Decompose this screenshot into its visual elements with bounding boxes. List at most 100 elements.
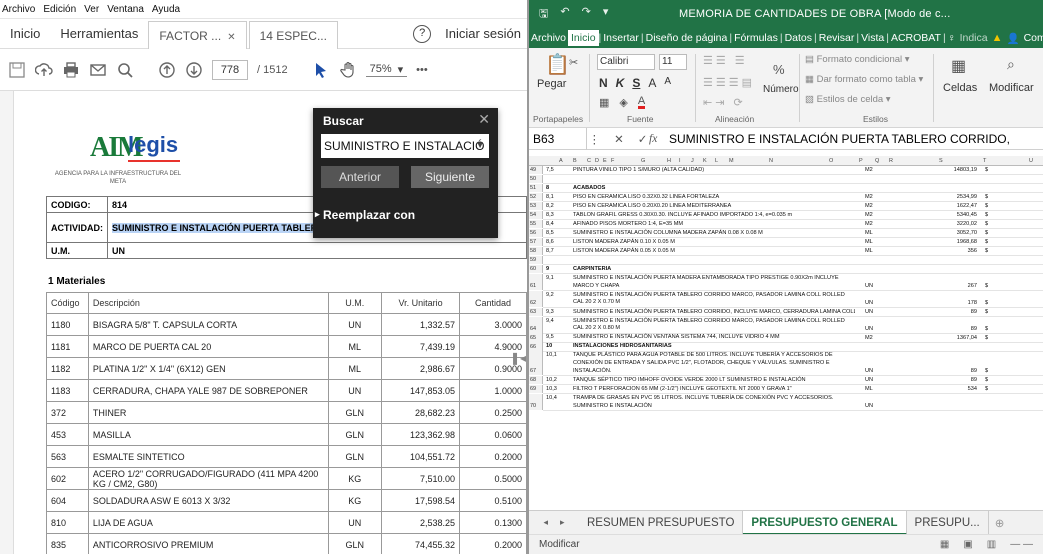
sheet-cell[interactable] xyxy=(929,342,977,350)
sheet-tab-resumen[interactable]: RESUMEN PRESUPUESTO xyxy=(579,510,744,535)
menu-edicion[interactable]: Edición xyxy=(43,4,76,15)
cell-styles-button[interactable]: ▧ Estilos de celda ▾ xyxy=(805,94,891,105)
split-handle-icon[interactable]: ❚◂ xyxy=(510,348,526,368)
sheet-cell[interactable]: TRAMPA DE GRASAS EN PVC 95 LITROS. INCLU… xyxy=(573,394,855,410)
tab-formulas[interactable]: Fórmulas xyxy=(732,32,780,44)
sheet-cell[interactable]: SUMINISTRO E INSTALACIÓN PUERTA TABLERO … xyxy=(573,291,855,307)
sheet-cell[interactable]: 89 xyxy=(929,351,977,375)
sheet-cell[interactable]: 10 xyxy=(546,342,570,350)
customize-icon[interactable]: ▾ xyxy=(603,5,609,24)
column-header[interactable]: I xyxy=(679,158,681,164)
row-header[interactable]: 51 xyxy=(529,184,543,193)
row-header[interactable]: 64 xyxy=(529,316,543,333)
tab-document-factor[interactable]: FACTOR ... ✕ xyxy=(148,20,247,49)
sheet-cell[interactable]: SUMINISTRO E INSTALACIÓN VENTANA SISTEMA… xyxy=(573,333,855,341)
row-header[interactable]: 62 xyxy=(529,290,543,307)
sheet-cell[interactable]: 7,5 xyxy=(546,166,570,174)
sheet-cell[interactable]: 14803,19 xyxy=(929,166,977,174)
row-header[interactable]: 59 xyxy=(529,256,543,265)
sheet-cell[interactable]: 1622,47 xyxy=(929,202,977,210)
underline-button[interactable]: S xyxy=(632,76,640,90)
name-box[interactable]: B63 xyxy=(529,127,587,150)
search-icon[interactable] xyxy=(116,61,134,79)
sheet-cell[interactable]: 9,1 xyxy=(546,274,570,290)
share-button[interactable]: Compa xyxy=(1022,32,1043,44)
page-up-icon[interactable] xyxy=(158,61,176,79)
column-header[interactable]: J xyxy=(691,158,694,164)
sheet-cell[interactable] xyxy=(985,256,997,264)
signin-link[interactable]: Iniciar sesión xyxy=(439,26,527,41)
find-previous-button[interactable]: Anterior xyxy=(321,166,399,188)
cut-icon[interactable]: ✂ xyxy=(569,56,578,69)
column-header[interactable]: E xyxy=(603,158,607,164)
sheet-cell[interactable]: UN xyxy=(865,274,895,290)
sheet-cell[interactable]: $ xyxy=(985,202,997,210)
sheet-cell[interactable]: FILTRO T PERFORACION 65 MM (2-1/2") INCL… xyxy=(573,385,855,393)
sheet-cell[interactable] xyxy=(865,265,895,273)
sheet-cell[interactable]: INSTALACIONES HIDROSANITARIAS xyxy=(573,342,855,350)
sheet-cell[interactable]: 1367,04 xyxy=(929,333,977,341)
next-sheet-icon[interactable]: ▸ xyxy=(560,517,565,528)
sheet-cell[interactable]: 89 xyxy=(929,376,977,384)
menu-ventana[interactable]: Ventana xyxy=(107,4,144,15)
column-header[interactable]: K xyxy=(703,158,707,164)
sheet-cell[interactable] xyxy=(985,342,997,350)
column-header[interactable]: Q xyxy=(875,158,879,164)
sheet-cell[interactable]: $ xyxy=(985,317,997,333)
sheet-cell[interactable]: AFINADO PISOS MORTERO 1:4, E=35 MM xyxy=(573,220,855,228)
warning-icon[interactable]: ▲ xyxy=(990,32,1005,44)
format-as-table-button[interactable]: ▦ Dar formato como tabla ▾ xyxy=(805,74,923,85)
find-next-button[interactable]: Siguiente xyxy=(411,166,489,188)
row-header[interactable]: 60 xyxy=(529,265,543,274)
sheet-cell[interactable]: ML xyxy=(865,238,895,246)
sheet-cell[interactable]: $ xyxy=(985,333,997,341)
sheet-cell[interactable]: 9,2 xyxy=(546,291,570,307)
sheet-cell[interactable] xyxy=(929,394,977,410)
sheet-cell[interactable]: $ xyxy=(985,376,997,384)
row-header[interactable]: 53 xyxy=(529,202,543,211)
sheet-cell[interactable]: M2 xyxy=(865,193,895,201)
sheet-cell[interactable]: 2534,99 xyxy=(929,193,977,201)
sheet-cell[interactable]: $ xyxy=(985,220,997,228)
find-input[interactable]: SUMINISTRO E INSTALACIÓ ▼ xyxy=(321,134,489,158)
sheet-cell[interactable]: M2 xyxy=(865,211,895,219)
grow-font-icon[interactable]: A xyxy=(648,76,656,90)
sheet-cell[interactable]: 3220,02 xyxy=(929,220,977,228)
sheet-cell[interactable] xyxy=(929,265,977,273)
tab-acrobat[interactable]: ACROBAT xyxy=(889,32,943,44)
close-icon[interactable]: ✕ xyxy=(478,111,490,128)
sheet-cell[interactable]: 89 xyxy=(929,308,977,316)
sheet-cell[interactable] xyxy=(865,184,895,192)
tab-inicio[interactable]: Inicio xyxy=(568,30,599,46)
sheet-cell[interactable]: $ xyxy=(985,385,997,393)
page-layout-icon[interactable]: ▣ xyxy=(963,539,972,550)
replace-with-toggle[interactable]: Reemplazar con xyxy=(315,208,415,222)
sheet-cell[interactable]: UN xyxy=(865,291,895,307)
save-icon[interactable] xyxy=(8,61,26,79)
sheet-cell[interactable]: 8 xyxy=(546,184,570,192)
sheet-cell[interactable]: 9,5 xyxy=(546,333,570,341)
row-header[interactable]: 68 xyxy=(529,376,543,385)
sheet-cell[interactable]: 89 xyxy=(929,317,977,333)
left-navigation-rail[interactable] xyxy=(0,91,14,554)
column-header[interactable]: C xyxy=(587,158,591,164)
sheet-cell[interactable]: $ xyxy=(985,229,997,237)
sheet-cell[interactable]: UN xyxy=(865,351,895,375)
row-header[interactable]: 58 xyxy=(529,247,543,256)
sheet-cell[interactable]: $ xyxy=(985,193,997,201)
border-icon[interactable]: ▦ xyxy=(599,96,609,109)
sheet-cell[interactable]: 10,3 xyxy=(546,385,570,393)
sheet-cell[interactable]: 8,5 xyxy=(546,229,570,237)
column-header[interactable]: S xyxy=(939,158,943,164)
sheet-cell[interactable]: UN xyxy=(865,317,895,333)
column-header[interactable]: D xyxy=(595,158,599,164)
row-header[interactable]: 63 xyxy=(529,307,543,316)
sheet-cell[interactable]: TANQUE PLÁSTICO PARA AGUA POTABLE DE 500… xyxy=(573,351,855,375)
sheet-cell[interactable]: M2 xyxy=(865,202,895,210)
sheet-cell[interactable]: ML xyxy=(865,385,895,393)
sheet-cell[interactable] xyxy=(985,265,997,273)
sheet-cell[interactable]: PISO EN CERAMICA LISO 0.32X0.32 LINEA FO… xyxy=(573,193,855,201)
column-header[interactable]: M xyxy=(729,158,734,164)
menu-ayuda[interactable]: Ayuda xyxy=(152,4,180,15)
column-header[interactable]: B xyxy=(573,158,577,164)
